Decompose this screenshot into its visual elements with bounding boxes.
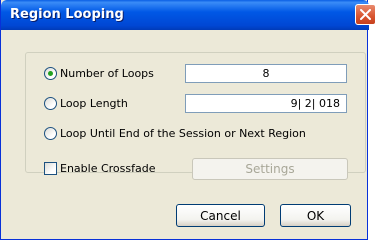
enable-crossfade-option[interactable]: Enable Crossfade — [44, 162, 155, 175]
loop-until-end-radio[interactable] — [44, 127, 57, 140]
window-title: Region Looping — [10, 7, 124, 22]
loop-length-label: Loop Length — [60, 97, 128, 110]
loop-length-input[interactable]: 9| 2| 018 — [185, 94, 347, 113]
close-icon — [360, 9, 371, 20]
cancel-button[interactable]: Cancel — [176, 204, 265, 227]
loop-length-option[interactable]: Loop Length — [44, 97, 128, 110]
enable-crossfade-label: Enable Crossfade — [60, 162, 156, 175]
number-of-loops-input[interactable]: 8 — [185, 64, 347, 83]
ok-button[interactable]: OK — [280, 204, 351, 227]
settings-button[interactable]: Settings — [192, 158, 348, 180]
loop-length-radio[interactable] — [44, 97, 57, 110]
dialog-content: Number of Loops 8 Loop Length 9| 2| 018 … — [4, 30, 366, 237]
number-of-loops-label: Number of Loops — [60, 67, 154, 80]
region-looping-dialog: Region Looping Number of Loops 8 Loop Le… — [0, 0, 375, 240]
enable-crossfade-checkbox[interactable] — [44, 162, 57, 175]
title-bar[interactable]: Region Looping — [1, 0, 375, 30]
close-button[interactable] — [355, 4, 375, 25]
number-of-loops-option[interactable]: Number of Loops — [44, 67, 154, 80]
loop-until-end-option[interactable]: Loop Until End of the Session or Next Re… — [44, 127, 306, 140]
loop-until-end-label: Loop Until End of the Session or Next Re… — [60, 127, 306, 140]
number-of-loops-radio[interactable] — [44, 67, 57, 80]
